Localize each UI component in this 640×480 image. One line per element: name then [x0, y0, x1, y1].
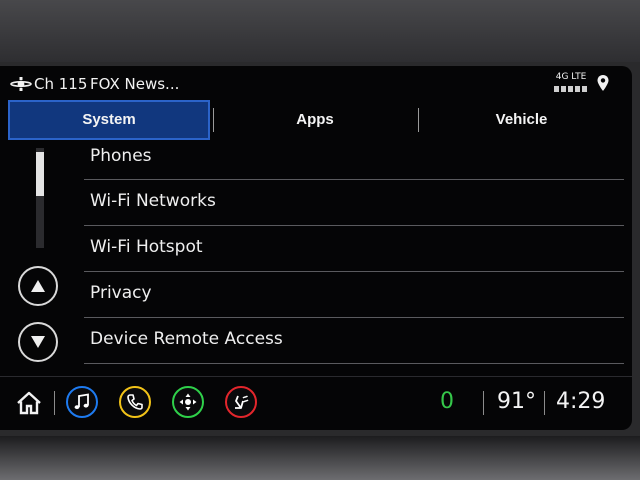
- seat-climate-icon: [235, 395, 249, 409]
- list-item-label: Phones: [90, 146, 152, 166]
- signal-bar: [561, 86, 566, 92]
- phone-app-button[interactable]: [119, 386, 151, 418]
- sirius-satellite-icon: [10, 77, 32, 91]
- bar-divider: [483, 391, 484, 415]
- home-icon[interactable]: [16, 391, 42, 415]
- clock: 4:29: [556, 389, 606, 414]
- radio-station-name[interactable]: FOX News...: [90, 75, 179, 93]
- status-counter: 0: [440, 389, 454, 414]
- scrollbar-thumb[interactable]: [36, 152, 44, 196]
- bar-divider: [544, 391, 545, 415]
- audio-app-button[interactable]: [66, 386, 98, 418]
- list-item-wifi-networks[interactable]: Wi-Fi Networks: [84, 180, 624, 226]
- signal-bar: [568, 86, 573, 92]
- signal-bars: [554, 86, 587, 92]
- list-item-wifi-hotspot[interactable]: Wi-Fi Hotspot: [84, 226, 624, 272]
- bezel-bottom: [0, 436, 640, 480]
- location-pin-icon: [597, 75, 609, 91]
- network-label: 4G LTE: [555, 72, 587, 82]
- signal-bar: [554, 86, 559, 92]
- navigation-icon: [179, 393, 197, 411]
- arrow-down-icon: [31, 336, 45, 348]
- list-item-privacy[interactable]: Privacy: [84, 272, 624, 318]
- signal-bar: [582, 86, 587, 92]
- list-item-label: Wi-Fi Hotspot: [90, 237, 203, 257]
- signal-bar: [575, 86, 580, 92]
- phone-icon: [127, 394, 143, 410]
- arrow-up-icon: [31, 280, 45, 292]
- bar-divider: [54, 391, 55, 415]
- climate-app-button[interactable]: [225, 386, 257, 418]
- list-item-phones[interactable]: Phones: [84, 134, 624, 180]
- list-item-label: Wi-Fi Networks: [90, 191, 216, 211]
- music-note-icon: [74, 393, 89, 410]
- bezel-top: [0, 0, 640, 62]
- scroll-down-button[interactable]: [18, 322, 58, 362]
- lte-signal-indicator: 4G LTE: [552, 72, 590, 96]
- outside-temperature: 91°: [497, 389, 536, 414]
- status-bar: Ch 115 FOX News... 4G LTE: [0, 66, 632, 100]
- scroll-up-button[interactable]: [18, 266, 58, 306]
- list-item-label: Privacy: [90, 283, 152, 303]
- list-item-label: Device Remote Access: [90, 329, 283, 349]
- navigation-app-button[interactable]: [172, 386, 204, 418]
- list-item-device-remote-access[interactable]: Device Remote Access: [84, 318, 624, 364]
- radio-channel[interactable]: Ch 115: [34, 75, 87, 93]
- infotainment-screen: Ch 115 FOX News... 4G LTE System Apps Ve…: [0, 66, 632, 430]
- bottom-bar: 0 91° 4:29: [0, 376, 632, 430]
